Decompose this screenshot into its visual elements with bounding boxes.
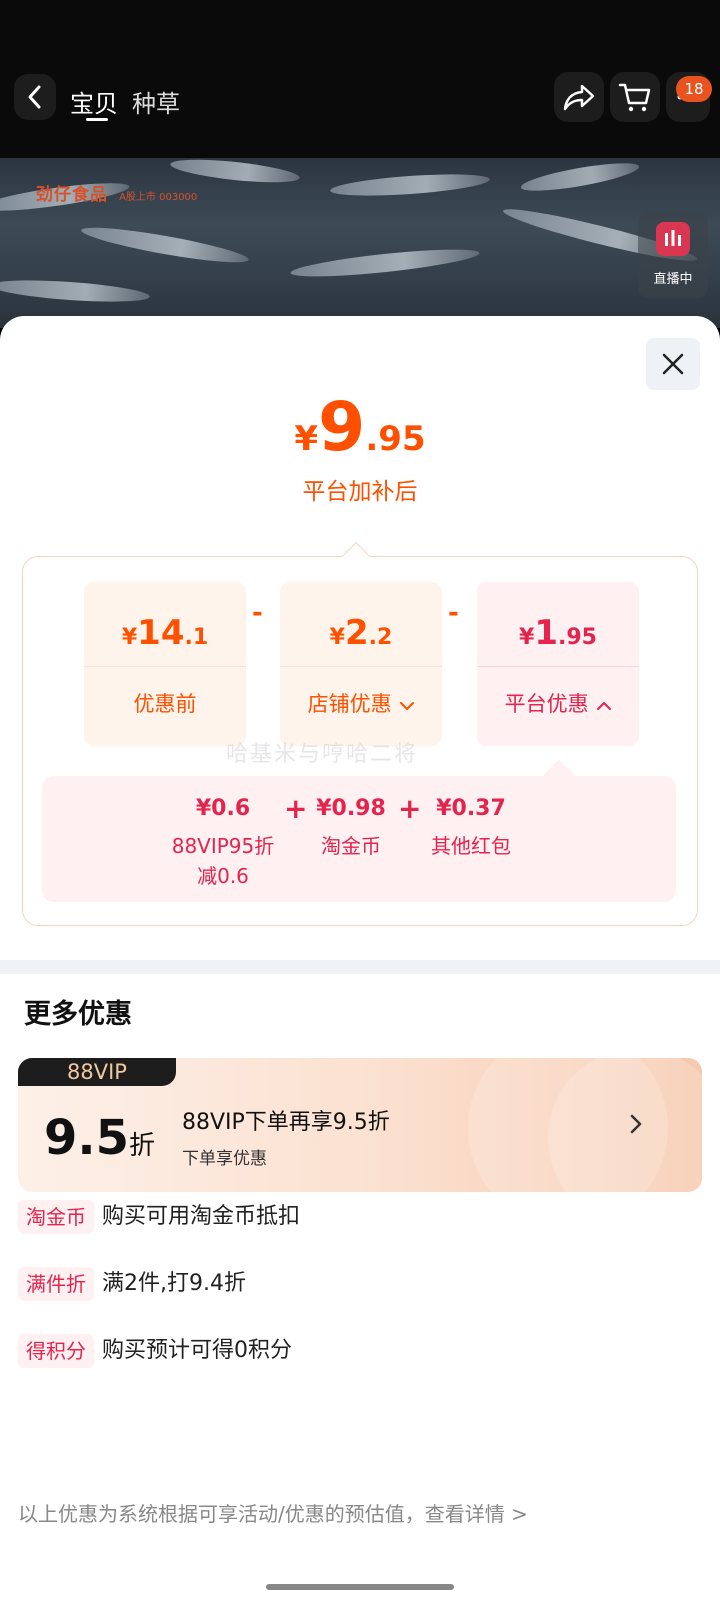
platform-item-value: ¥0.98 [316,796,386,821]
platform-item-redpacket: ¥0.37 其他红包 [422,796,520,861]
fish-graphic [289,244,481,282]
brand-name: 劲仔食品 [36,185,108,205]
fish-graphic [79,221,251,269]
card-label-text: 店铺优惠 [307,692,392,716]
vip-discount: 9.5折 [44,1110,155,1166]
benefit-desc: 购买预计可得0积分 [102,1338,292,1363]
card-divider [84,666,246,667]
home-indicator[interactable] [266,1584,454,1590]
platform-item-value: ¥0.6 [195,796,251,821]
share-button[interactable] [554,72,604,122]
chevron-up-icon [597,702,612,710]
price-before-card: ¥14.1 优惠前 [84,582,246,746]
amount-integer: 2 [344,613,369,653]
platform-item-coins: ¥0.98 淘金币 [304,796,398,861]
vip-offer-card[interactable]: 88VIP 9.5折 88VIP下单再享9.5折 下单享优惠 [18,1058,702,1192]
live-indicator[interactable]: 直播中 [638,212,708,298]
tab-baobei[interactable]: 宝贝 [70,84,118,119]
benefit-desc: 满2件,打9.4折 [102,1271,246,1296]
card-label: 平台优惠 [477,688,639,718]
amount-currency: ¥ [329,625,345,650]
view-details-link[interactable]: 以上优惠为系统根据可享活动/优惠的预估值，查看详情 > [18,1498,528,1527]
platform-item-value: ¥0.37 [436,796,506,821]
close-icon [662,353,684,375]
product-media[interactable]: 劲仔食品 A股上市 003000 直播中 [0,158,720,328]
benefit-row: 满件折 满2件,打9.4折 [18,1267,246,1303]
cart-count-badge: 18 [676,76,712,102]
live-label: 直播中 [653,272,693,287]
amount-decimal: .1 [184,625,209,650]
card-divider [477,666,639,667]
benefit-tag: 满件折 [18,1267,94,1301]
share-icon [563,84,595,111]
cart-icon [618,83,651,112]
brand-stock: A股上市 003000 [119,192,198,203]
amount-currency: ¥ [519,625,535,650]
platform-item-name: 88VIP95折 减0.6 [162,831,284,891]
decorative-circle [548,1058,702,1192]
vip-tag: 88VIP [18,1058,176,1086]
product-nav: 宝贝 种草 [0,70,720,130]
back-arrow-icon [28,85,41,109]
card-divider [280,666,442,667]
section-divider [0,960,720,974]
fish-graphic [519,158,641,197]
close-button[interactable] [646,338,700,390]
card-label: 店铺优惠 [280,688,442,718]
card-label: 优惠前 [133,692,197,716]
live-bars-icon [656,222,690,256]
benefit-row: 得积分 购买预计可得0积分 [18,1334,292,1370]
benefit-desc: 购买可用淘金币抵扣 [102,1204,301,1229]
price-detail-sheet: ¥9.95 平台加补后 ¥14.1 优惠前 - ¥2.2 店铺优惠 - ¥1.9… [0,316,720,1608]
fish-graphic [0,276,151,306]
platform-item-name-line: 减0.6 [197,864,249,888]
fish-graphic [329,170,491,200]
more-offers-title: 更多优惠 [24,999,132,1030]
vip-discount-number: 9.5 [44,1110,130,1166]
benefit-row: 淘金币 购买可用淘金币抵扣 [18,1200,300,1236]
chevron-right-icon [630,1114,642,1134]
platform-item-vip: ¥0.6 88VIP95折 减0.6 [162,796,284,891]
card-label-text: 平台优惠 [504,692,589,716]
benefit-tag: 得积分 [18,1334,94,1368]
platform-item-name: 其他红包 [431,834,511,858]
final-price-decimal: .95 [365,419,426,459]
price-caption: 平台加补后 [302,479,418,505]
cart-button[interactable] [610,72,660,122]
platform-breakdown: ¥0.6 88VIP95折 减0.6 + ¥0.98 淘金币 + ¥0.37 其… [42,776,676,902]
amount-integer: 1 [534,613,558,653]
vip-subtitle: 下单享优惠 [182,1149,267,1169]
watermark: 哈基米与哼哈二将 [226,742,419,767]
plus-operator: + [398,792,422,825]
platform-discount-card[interactable]: ¥1.95 平台优惠 [477,582,639,746]
final-price-currency: ¥ [294,419,319,459]
vip-title: 88VIP下单再享9.5折 [182,1110,390,1135]
tab-zhongcao[interactable]: 种草 [132,84,180,119]
brand-logo: 劲仔食品 A股上市 003000 [36,180,197,205]
vip-discount-unit: 折 [129,1131,156,1161]
benefit-tag: 淘金币 [18,1200,94,1234]
minus-operator: - [252,598,263,628]
amount-integer: 14 [137,613,185,653]
platform-item-name: 淘金币 [321,834,381,858]
minus-operator: - [448,598,459,628]
final-price-integer: 9 [318,388,366,467]
shop-discount-card[interactable]: ¥2.2 店铺优惠 [280,582,442,746]
chevron-down-icon [400,702,415,710]
amount-decimal: .2 [368,625,393,650]
amount-currency: ¥ [121,625,138,650]
platform-item-name-line: 88VIP95折 [171,834,275,858]
amount-decimal: .95 [558,625,597,650]
top-bar: 宝贝 种草 18 [0,0,720,158]
active-tab-indicator [86,118,108,121]
final-price: ¥9.95 [0,388,720,467]
back-button[interactable] [14,74,56,120]
